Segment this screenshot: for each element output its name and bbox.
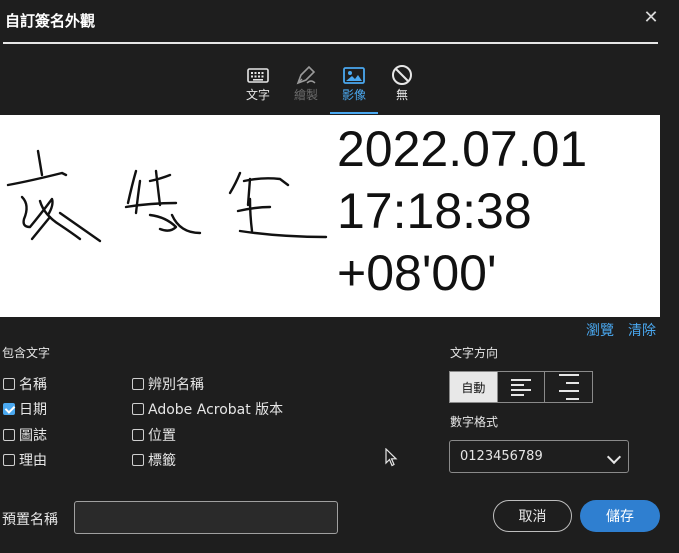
text-direction-label: 文字方向 [450,346,499,360]
checkbox-box[interactable] [3,378,15,390]
none-icon [392,65,412,85]
checkbox-box-checked[interactable] [3,403,15,415]
checkbox-box[interactable] [132,429,144,441]
checkbox-label: Adobe Acrobat 版本 [148,402,284,418]
checkbox-name[interactable]: 名稱 [3,374,47,394]
checkbox-logo[interactable]: 圖誌 [3,425,47,445]
direction-left-button[interactable] [496,372,545,402]
chevron-down-icon [606,449,622,465]
signature-preview: 2022.07.01 17:18:38 +08'00' [0,115,660,317]
checkbox-box[interactable] [132,454,144,466]
checkbox-distinguished-name[interactable]: 辨別名稱 [132,374,204,394]
checkbox-location[interactable]: 位置 [132,425,176,445]
direction-right-button[interactable] [544,372,592,402]
checkbox-box[interactable] [3,454,15,466]
keyboard-icon [247,68,269,83]
checkbox-label: 理由 [19,453,47,469]
text-direction-group: 自動 [449,371,593,403]
preset-name-input[interactable] [74,501,338,534]
tab-text-label: 文字 [245,88,270,102]
checkbox-labels[interactable]: 標籤 [132,450,176,470]
align-left-icon [511,376,531,399]
tab-none[interactable]: 無 [378,62,426,114]
date-line-1: 2022.07.01 [337,121,588,177]
checkbox-reason[interactable]: 理由 [3,450,47,470]
number-format-label: 數字格式 [450,415,499,429]
cancel-button[interactable]: 取消 [493,500,572,532]
mouse-cursor-icon [385,448,398,467]
title-divider [3,42,658,44]
checkbox-label: 日期 [19,402,47,418]
number-format-value: 0123456789 [460,449,543,464]
tab-image[interactable]: 影像 [330,62,378,114]
checkbox-label: 辨別名稱 [148,377,204,393]
image-icon [343,67,365,84]
tab-draw[interactable]: 繪製 [282,62,330,114]
clear-link[interactable]: 清除 [628,320,656,340]
date-line-2: 17:18:38 [337,183,532,239]
include-text-label: 包含文字 [2,346,51,360]
checkbox-box[interactable] [3,429,15,441]
tab-draw-label: 繪製 [293,88,318,102]
direction-auto-button[interactable]: 自動 [450,372,497,402]
checkbox-label: 名稱 [19,377,47,393]
checkbox-date[interactable]: 日期 [3,399,47,419]
checkbox-box[interactable] [132,378,144,390]
align-right-icon [558,371,579,403]
browse-link[interactable]: 瀏覽 [586,320,614,340]
tab-text[interactable]: 文字 [234,62,282,114]
tab-none-label: 無 [395,88,408,102]
checkbox-label: 標籤 [148,453,176,469]
handwritten-signature [6,149,328,243]
pen-icon [296,65,316,85]
preset-name-label: 預置名稱 [2,512,58,528]
date-line-3: +08'00' [337,245,497,301]
checkbox-label: 位置 [148,428,176,444]
active-tab-indicator [330,112,378,114]
dialog-title: 自訂簽名外觀 [5,12,96,30]
number-format-select[interactable]: 0123456789 [449,440,629,473]
tab-image-label: 影像 [341,88,366,102]
close-icon[interactable]: ✕ [641,8,661,28]
checkbox-acrobat-version[interactable]: Adobe Acrobat 版本 [132,399,283,419]
checkbox-label: 圖誌 [19,428,47,444]
save-button[interactable]: 儲存 [580,500,660,532]
checkbox-box[interactable] [132,403,144,415]
